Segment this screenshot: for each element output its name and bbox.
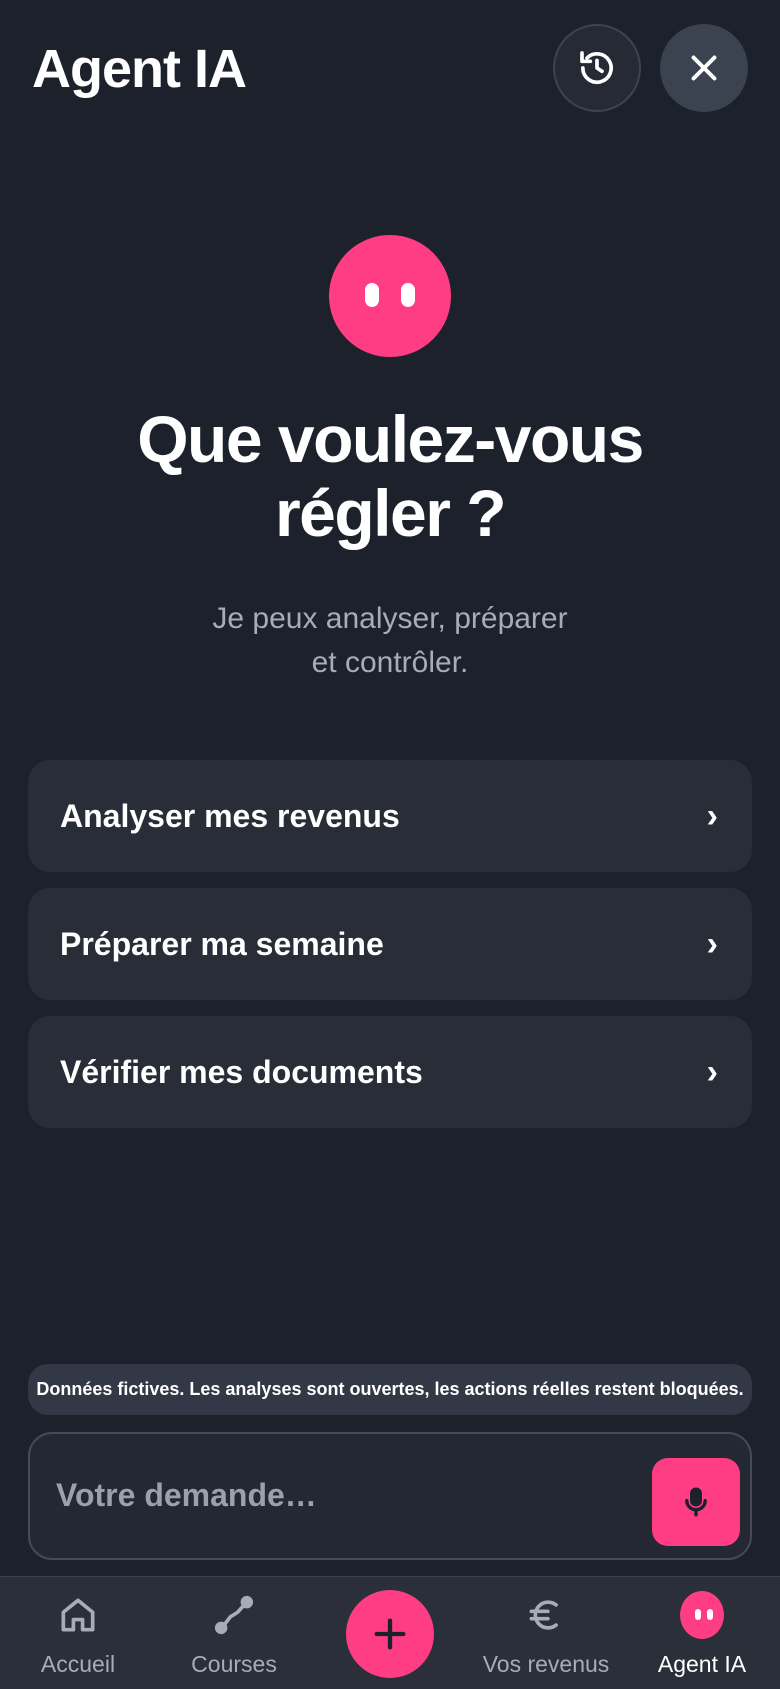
plus-icon xyxy=(370,1614,410,1654)
chevron-right-icon: › xyxy=(706,1052,718,1091)
chevron-right-icon: › xyxy=(706,924,718,963)
route-icon xyxy=(212,1593,256,1637)
close-icon xyxy=(686,50,722,86)
euro-icon xyxy=(524,1593,568,1637)
nav-item-agent[interactable]: Agent IA xyxy=(654,1577,750,1689)
history-button[interactable] xyxy=(553,24,641,112)
add-button[interactable] xyxy=(346,1590,434,1678)
action-label: Préparer ma semaine xyxy=(60,925,384,962)
hero-subtitle-line1: Je peux analyser, préparer xyxy=(212,602,568,635)
nav-label-income: Vos revenus xyxy=(482,1651,610,1677)
history-icon xyxy=(577,48,617,88)
hero-title: Que voulez-vous régler ? xyxy=(0,402,780,550)
hero-title-line2: régler ? xyxy=(274,476,507,550)
home-icon xyxy=(56,1593,100,1637)
hero-subtitle-line2: et contrôler. xyxy=(311,646,469,679)
nav-label-courses: Courses xyxy=(191,1651,277,1677)
microphone-button[interactable] xyxy=(652,1458,740,1546)
request-composer xyxy=(28,1432,752,1560)
page-title: Agent IA xyxy=(32,39,247,99)
hero-title-line1: Que voulez-vous xyxy=(137,402,644,476)
chevron-right-icon: › xyxy=(706,796,718,835)
nav-item-courses[interactable]: Courses xyxy=(174,1577,294,1689)
nav-label-home: Accueil xyxy=(40,1651,116,1677)
microphone-icon xyxy=(679,1485,713,1519)
nav-item-home[interactable]: Accueil xyxy=(28,1577,128,1689)
nav-item-income[interactable]: Vos revenus xyxy=(482,1577,610,1689)
avatar-eye-right xyxy=(401,283,415,307)
close-button[interactable] xyxy=(660,24,748,112)
action-analyze-income[interactable]: Analyser mes revenus › xyxy=(28,760,752,872)
agent-icon xyxy=(680,1591,724,1639)
action-label: Vérifier mes documents xyxy=(60,1053,423,1090)
avatar-eye-left xyxy=(365,283,379,307)
hero-subtitle: Je peux analyser, préparer et contrôler. xyxy=(0,597,780,685)
action-verify-documents[interactable]: Vérifier mes documents › xyxy=(28,1016,752,1128)
request-input[interactable] xyxy=(54,1462,658,1528)
action-prepare-week[interactable]: Préparer ma semaine › xyxy=(28,888,752,1000)
nav-label-agent: Agent IA xyxy=(657,1651,747,1677)
demo-data-notice: Données fictives. Les analyses sont ouve… xyxy=(28,1364,752,1415)
action-label: Analyser mes revenus xyxy=(60,797,400,834)
agent-avatar xyxy=(329,235,451,357)
